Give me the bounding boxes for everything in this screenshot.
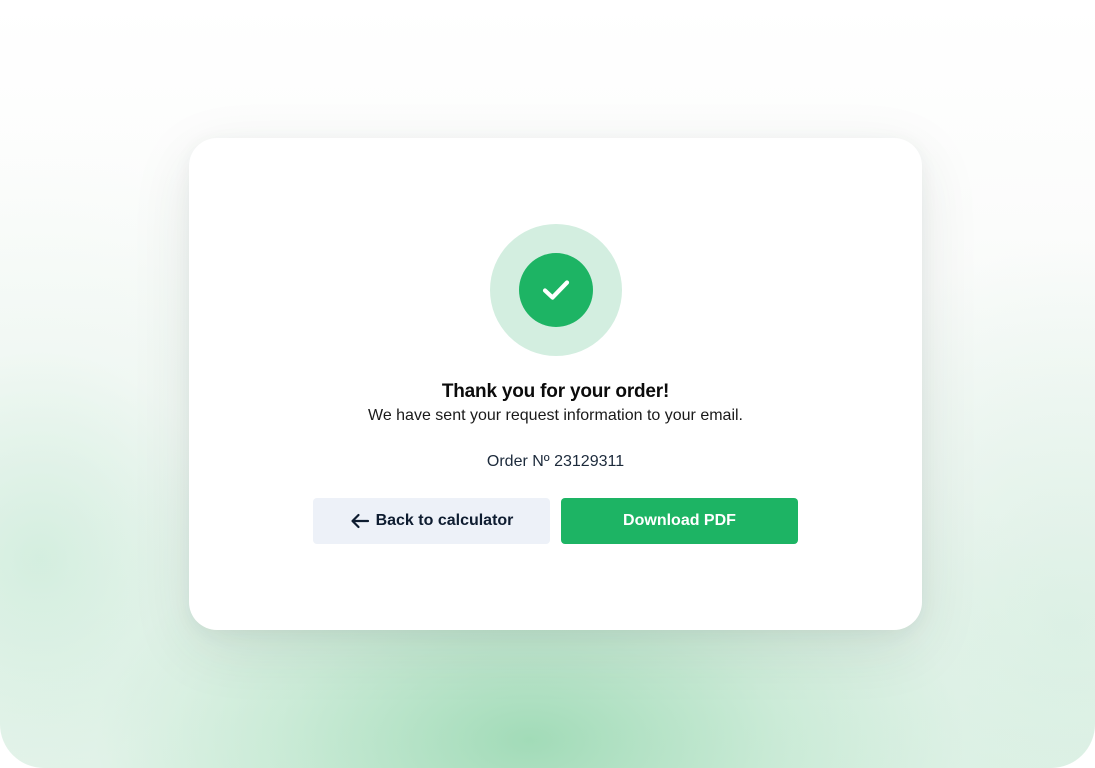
back-button-label: Back to calculator (375, 512, 514, 529)
download-button-label: Download PDF (623, 512, 736, 529)
page-background: Thank you for your order! We have sent y… (0, 0, 1095, 768)
order-number: Order Nº 23129311 (486, 453, 625, 470)
back-to-calculator-button[interactable]: Back to calculator (313, 498, 550, 544)
checkmark-icon (542, 280, 570, 300)
success-indicator (490, 224, 622, 356)
download-pdf-button[interactable]: Download PDF (561, 498, 798, 544)
arrow-left-icon (350, 513, 370, 529)
confirmation-message: We have sent your request information to… (368, 407, 743, 424)
order-confirmation-card: Thank you for your order! We have sent y… (189, 138, 922, 630)
success-badge (519, 253, 593, 327)
confirmation-title: Thank you for your order! (441, 381, 670, 402)
